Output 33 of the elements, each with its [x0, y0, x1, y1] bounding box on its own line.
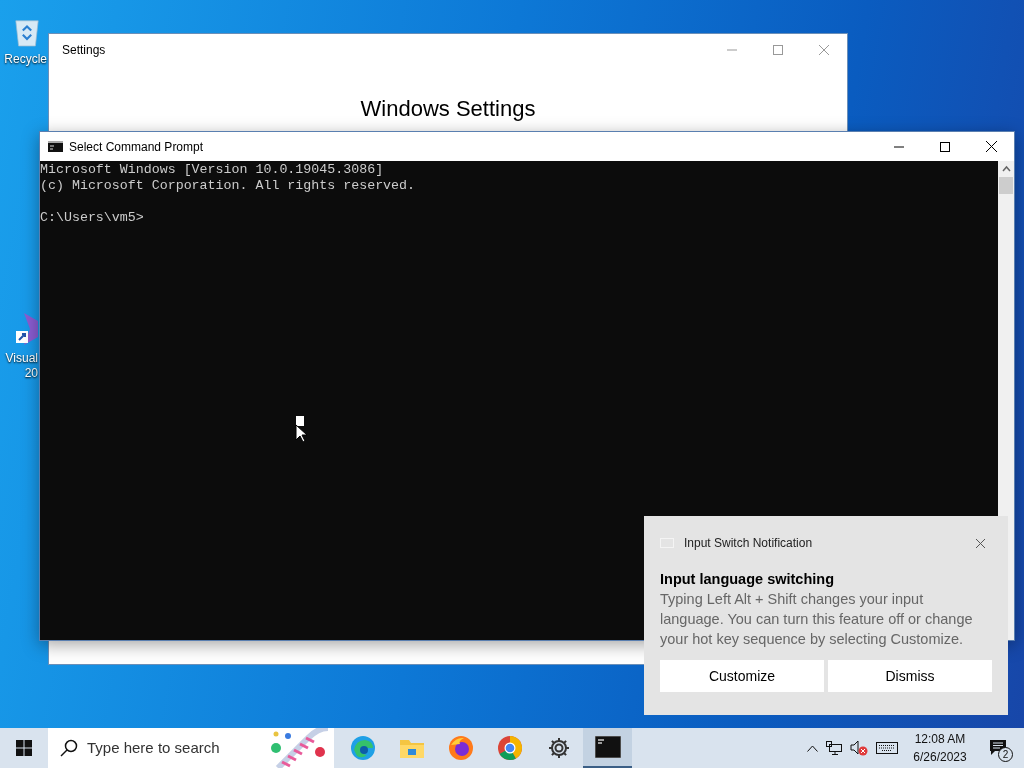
- browser-icon: [447, 735, 474, 761]
- notification-title: Input language switching: [660, 570, 835, 589]
- windows-logo-icon: [16, 740, 32, 756]
- console-line: (c) Microsoft Corporation. All rights reserved.: [40, 178, 416, 194]
- clock[interactable]: 12:08 AM 6/26/2023: [902, 728, 978, 768]
- page-heading: Windows Settings: [360, 95, 536, 123]
- close-icon: [819, 45, 829, 55]
- notification-button[interactable]: Dismiss: [828, 660, 992, 692]
- close-icon: [975, 538, 985, 548]
- mouse-pointer-icon: [295, 416, 307, 442]
- console-line: C:\Users\vm5>: [40, 210, 144, 226]
- chevron-up-icon: [806, 744, 818, 752]
- close-icon: [985, 141, 997, 152]
- notification-count-badge: 2: [998, 747, 1013, 762]
- browser-icon: [496, 735, 523, 761]
- window-title: Settings: [62, 42, 107, 59]
- console-icon: [594, 736, 621, 758]
- window-title: Select Command Prompt: [69, 138, 205, 156]
- search-placeholder: Type here to search: [87, 737, 220, 758]
- notification-app-name: Input Switch Notification: [684, 535, 814, 552]
- notification-button[interactable]: Customize: [660, 660, 824, 692]
- notification-center-button[interactable]: 2: [978, 728, 1018, 768]
- edge-icon: [349, 735, 376, 761]
- console-line: Microsoft Windows [Version 10.0.19045.3086]: [40, 162, 384, 178]
- scrollbar-thumb[interactable]: [999, 177, 1013, 194]
- taskbar-app-button[interactable]: [583, 728, 632, 768]
- maximize-icon: [773, 45, 783, 55]
- notification-message: Typing Left Alt + Shift changes your input language. You can turn this feature off or change your hot key sequence by selecting Customize.: [660, 590, 974, 649]
- settings-icon: [546, 736, 571, 760]
- console-icon: [48, 141, 63, 152]
- shortcut-icon[interactable]: [16, 311, 38, 347]
- search-icon: [60, 739, 78, 757]
- maximize-icon: [940, 141, 950, 152]
